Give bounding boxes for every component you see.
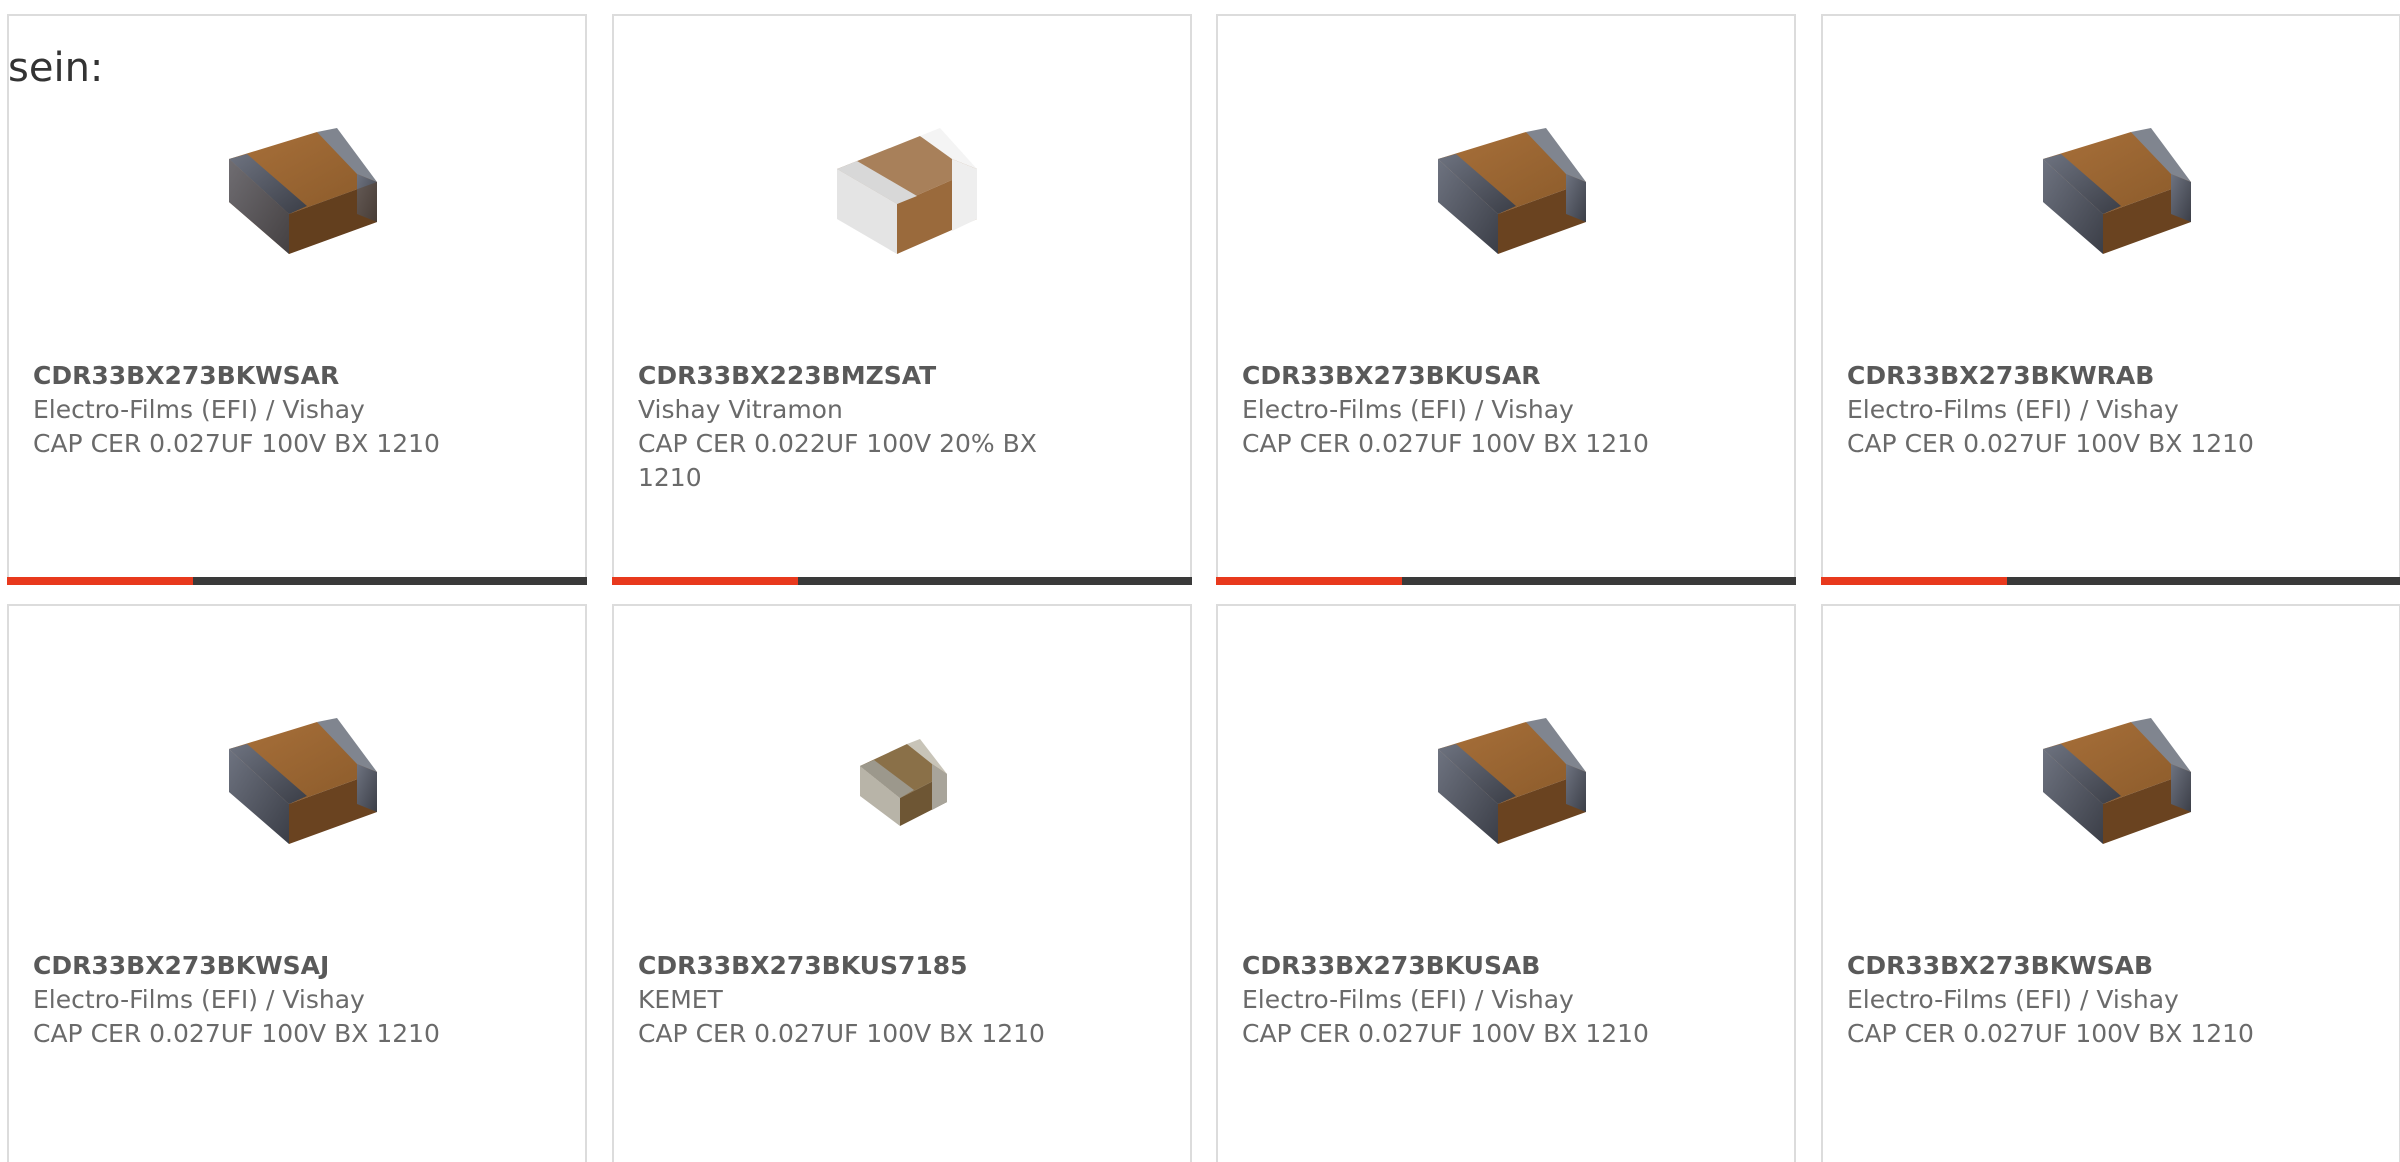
manufacturer-label: Electro-Films (EFI) / Vishay — [33, 395, 365, 424]
part-number-link[interactable]: CDR33BX273BKWSAJ — [33, 949, 329, 983]
description-label: CAP CER 0.027UF 100V BX 1210 — [33, 429, 440, 458]
product-card[interactable]: CDR33BX223BMZSAT Vishay Vitramon CAP CER… — [612, 14, 1192, 585]
description-label: CAP CER 0.027UF 100V BX 1210 — [1242, 429, 1649, 458]
ceramic-capacitor-brown-icon[interactable] — [2008, 676, 2214, 882]
progress-bar-fill — [612, 577, 798, 585]
part-number-link[interactable]: CDR33BX273BKWSAR — [33, 359, 339, 393]
section-heading: sein: — [8, 45, 104, 91]
product-card[interactable]: CDR33BX273BKWRAB Electro-Films (EFI) / V… — [1821, 14, 2400, 585]
description-label: CAP CER 0.027UF 100V BX 1210 — [33, 1019, 440, 1048]
progress-bar-fill — [1821, 577, 2007, 585]
progress-bar-fill — [7, 577, 193, 585]
part-number-link[interactable]: CDR33BX273BKWSAB — [1847, 949, 2153, 983]
manufacturer-label: Electro-Films (EFI) / Vishay — [33, 985, 365, 1014]
product-card[interactable]: CDR33BX273BKUSAR Electro-Films (EFI) / V… — [1216, 14, 1796, 585]
progress-bar — [612, 577, 1192, 585]
manufacturer-label: Vishay Vitramon — [638, 395, 843, 424]
progress-bar — [7, 577, 587, 585]
ceramic-capacitor-brown-icon[interactable] — [1403, 676, 1609, 882]
progress-bar — [1821, 577, 2400, 585]
part-number-link[interactable]: CDR33BX273BKUSAR — [1242, 359, 1541, 393]
progress-bar-fill — [1216, 577, 1402, 585]
product-card[interactable]: CDR33BX273BKWSAJ Electro-Films (EFI) / V… — [7, 604, 587, 1162]
manufacturer-label: Electro-Films (EFI) / Vishay — [1242, 985, 1574, 1014]
part-number-link[interactable]: CDR33BX273BKWRAB — [1847, 359, 2154, 393]
manufacturer-label: Electro-Films (EFI) / Vishay — [1847, 985, 2179, 1014]
description-label: CAP CER 0.027UF 100V BX 1210 — [638, 1019, 1045, 1048]
description-label: CAP CER 0.027UF 100V BX 1210 — [1847, 1019, 2254, 1048]
manufacturer-label: Electro-Films (EFI) / Vishay — [1847, 395, 2179, 424]
description-label: CAP CER 0.027UF 100V BX 1210 — [1847, 429, 2254, 458]
manufacturer-label: KEMET — [638, 985, 723, 1014]
product-card[interactable]: CDR33BX273BKWSAB Electro-Films (EFI) / V… — [1821, 604, 2400, 1162]
description-label: CAP CER 0.022UF 100V 20% BX 1210 — [638, 429, 1037, 492]
description-label: CAP CER 0.027UF 100V BX 1210 — [1242, 1019, 1649, 1048]
product-card[interactable]: CDR33BX273BKWSAR Electro-Films (EFI) / V… — [7, 14, 587, 585]
part-number-link[interactable]: CDR33BX273BKUSAB — [1242, 949, 1540, 983]
manufacturer-label: Electro-Films (EFI) / Vishay — [1242, 395, 1574, 424]
ceramic-capacitor-brown-icon[interactable] — [2008, 86, 2214, 292]
ceramic-capacitor-small-icon[interactable] — [799, 676, 1005, 882]
ceramic-capacitor-white-icon[interactable] — [799, 86, 1005, 292]
ceramic-capacitor-brown-icon[interactable] — [1403, 86, 1609, 292]
ceramic-capacitor-brown-icon[interactable] — [194, 86, 400, 292]
progress-bar — [1216, 577, 1796, 585]
part-number-link[interactable]: CDR33BX223BMZSAT — [638, 359, 936, 393]
product-grid: CDR33BX273BKWSAR Electro-Films (EFI) / V… — [7, 14, 2400, 1162]
part-number-link[interactable]: CDR33BX273BKUS7185 — [638, 949, 968, 983]
ceramic-capacitor-brown-icon[interactable] — [194, 676, 400, 882]
product-card[interactable]: CDR33BX273BKUSAB Electro-Films (EFI) / V… — [1216, 604, 1796, 1162]
product-card[interactable]: CDR33BX273BKUS7185 KEMET CAP CER 0.027UF… — [612, 604, 1192, 1162]
